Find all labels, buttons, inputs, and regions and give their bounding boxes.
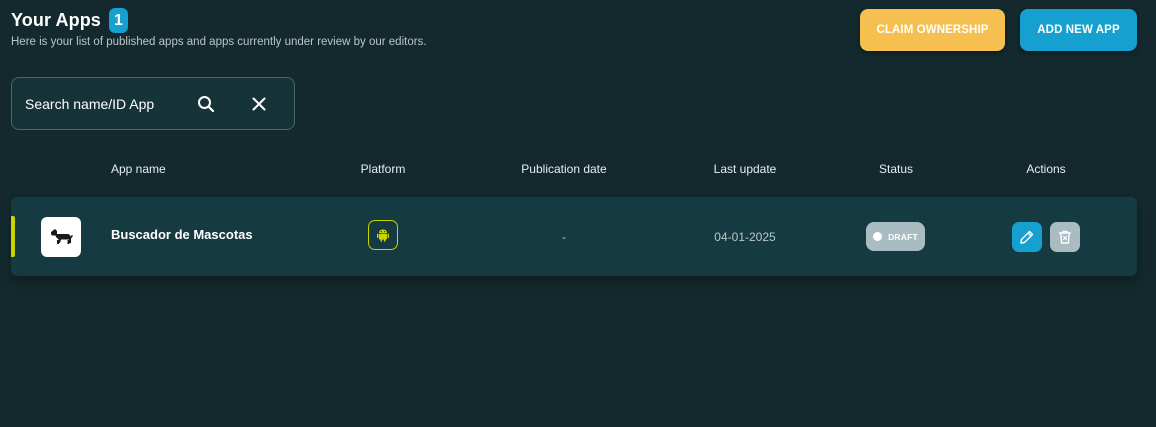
column-header-last-update: Last update xyxy=(713,162,777,176)
android-icon xyxy=(368,220,398,250)
search-box xyxy=(11,77,295,130)
table-row[interactable]: Buscador de Mascotas - 04-01-2025 DRAFT xyxy=(11,197,1137,276)
status-dot xyxy=(873,232,883,241)
page-header: Your Apps 1 Here is your list of publish… xyxy=(11,8,427,48)
status-label: DRAFT xyxy=(888,231,918,242)
page-subtitle: Here is your list of published apps and … xyxy=(11,36,427,48)
title-row: Your Apps 1 xyxy=(11,8,427,33)
app-name[interactable]: Buscador de Mascotas xyxy=(111,227,253,242)
column-header-publication-date: Publication date xyxy=(521,162,607,176)
row-accent-bar xyxy=(11,216,15,257)
last-update-date: 04-01-2025 xyxy=(714,230,776,244)
page-title: Your Apps xyxy=(11,10,101,30)
trash-icon xyxy=(1058,230,1072,244)
apps-page: Your Apps 1 Here is your list of publish… xyxy=(0,0,1156,427)
app-count-badge: 1 xyxy=(108,8,128,33)
delete-button[interactable] xyxy=(1050,222,1080,252)
column-header-actions: Actions xyxy=(1026,162,1066,176)
add-new-app-button[interactable]: ADD NEW APP xyxy=(1020,9,1137,51)
column-header-platform: Platform xyxy=(360,162,406,176)
publication-date: - xyxy=(562,230,566,244)
column-header-app-name: App name xyxy=(111,162,166,176)
pencil-icon xyxy=(1020,230,1034,244)
close-icon[interactable] xyxy=(247,92,271,116)
dog-icon xyxy=(41,217,81,257)
status-badge: DRAFT xyxy=(866,222,925,251)
edit-button[interactable] xyxy=(1012,222,1042,252)
column-header-status: Status xyxy=(878,162,914,176)
search-input[interactable] xyxy=(25,95,185,112)
search-icon[interactable] xyxy=(194,92,218,116)
claim-ownership-button[interactable]: CLAIM OWNERSHIP xyxy=(860,9,1005,51)
